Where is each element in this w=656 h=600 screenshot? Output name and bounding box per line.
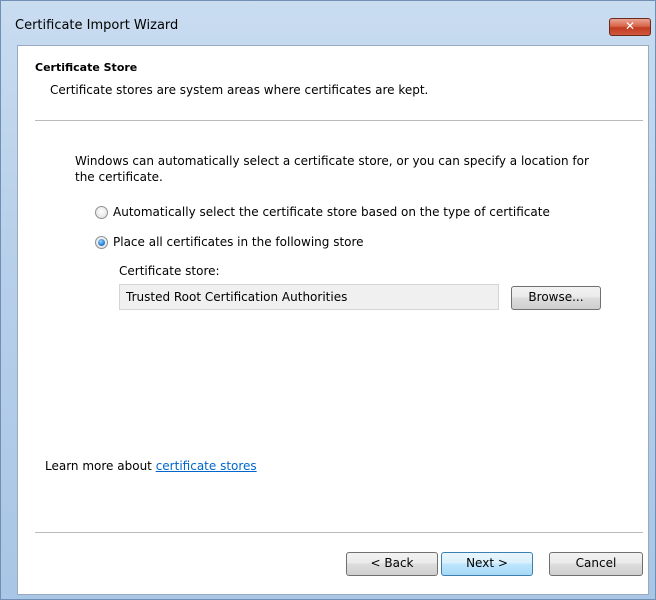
radio-auto-label[interactable]: Automatically select the certificate sto… <box>113 205 550 219</box>
page-title: Certificate Store <box>35 61 138 74</box>
certificate-store-field: Trusted Root Certification Authorities <box>119 284 499 310</box>
close-icon: ✕ <box>624 19 636 33</box>
learn-more-text: Learn more about certificate stores <box>45 459 257 473</box>
radio-place-all[interactable]: Place all certificates in the following … <box>95 235 364 249</box>
wizard-page: Certificate Store Certificate stores are… <box>17 45 649 595</box>
window-title: Certificate Import Wizard <box>15 18 179 33</box>
intro-text: Windows can automatically select a certi… <box>75 154 589 184</box>
browse-button[interactable]: Browse... <box>511 286 601 310</box>
certificate-store-label: Certificate store: <box>119 264 220 278</box>
radio-button-place-all[interactable] <box>95 235 108 249</box>
cancel-button[interactable]: Cancel <box>549 552 643 576</box>
radio-button-auto[interactable] <box>95 205 108 219</box>
certificate-stores-link[interactable]: certificate stores <box>156 459 257 473</box>
radio-place-all-label[interactable]: Place all certificates in the following … <box>113 235 364 249</box>
radio-auto-select[interactable]: Automatically select the certificate sto… <box>95 205 550 219</box>
header-divider <box>35 120 643 122</box>
dialog-window: Certificate Import Wizard ✕ Certificate … <box>0 0 656 600</box>
back-button[interactable]: < Back <box>346 552 438 576</box>
title-bar[interactable]: Certificate Import Wizard ✕ <box>1 1 656 39</box>
close-button[interactable]: ✕ <box>609 18 651 36</box>
footer-divider <box>35 532 643 534</box>
page-subtitle: Certificate stores are system areas wher… <box>50 83 429 97</box>
learn-more-prefix: Learn more about <box>45 459 156 473</box>
next-button[interactable]: Next > <box>441 552 533 576</box>
